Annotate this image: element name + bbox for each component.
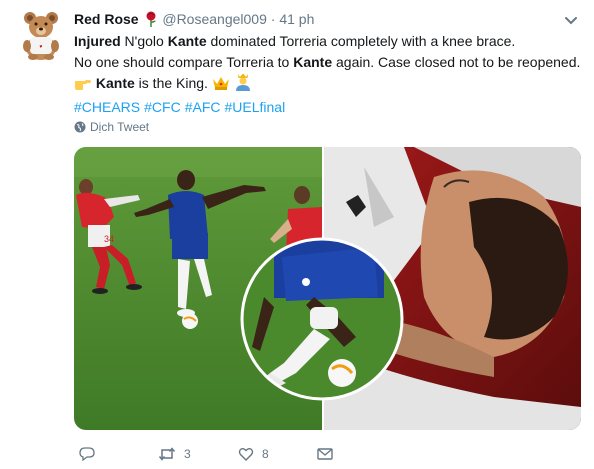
tweet-header: Red Rose @Roseangel009 · 41 ph xyxy=(74,10,314,31)
translate-tweet-link[interactable]: Dịch Tweet xyxy=(74,120,149,134)
crown-icon xyxy=(212,75,230,97)
tweet-line-1: Injured N'golo Kante dominated Torreria … xyxy=(74,31,589,52)
tweet-line-3: Kante is the King. xyxy=(74,73,589,97)
retweet-button[interactable]: 3 xyxy=(158,444,191,464)
text-bold: Kante xyxy=(95,75,135,91)
heart-icon xyxy=(238,448,254,461)
tweet-card[interactable]: ♥ Red Rose @Roseangel009 · 41 ph Injured… xyxy=(0,0,594,469)
hashtag-link[interactable]: #UELfinal xyxy=(225,99,286,115)
backhand-pointing-right-icon xyxy=(74,75,92,97)
svg-text:34: 34 xyxy=(104,234,114,244)
match-photo-image: 34 xyxy=(74,147,581,430)
person-with-crown-icon xyxy=(234,73,252,97)
text-bold: Kante xyxy=(167,33,207,49)
text-segment: N'golo xyxy=(120,33,168,49)
like-button[interactable]: 8 xyxy=(238,444,269,464)
avatar[interactable]: ♥ xyxy=(20,10,62,60)
timestamp[interactable]: 41 ph xyxy=(279,11,314,27)
svg-text:♥: ♥ xyxy=(40,44,43,50)
text-bold: Injured xyxy=(74,33,121,49)
text-segment: again. Case closed not to be reopened. xyxy=(332,54,581,70)
retweet-count: 3 xyxy=(184,447,191,461)
user-handle[interactable]: @Roseangel009 xyxy=(162,11,267,27)
rose-icon xyxy=(144,11,158,31)
hashtag-link[interactable]: #CHEARS xyxy=(74,99,140,115)
like-count: 8 xyxy=(262,447,269,461)
reply-button[interactable] xyxy=(79,444,95,464)
tweet-media[interactable]: 34 xyxy=(74,147,581,430)
envelope-icon xyxy=(317,448,333,460)
hashtag-link[interactable]: #AFC xyxy=(185,99,221,115)
globe-icon xyxy=(74,121,86,133)
hashtag-link[interactable]: #CFC xyxy=(144,99,181,115)
text-segment: is the King. xyxy=(134,75,212,91)
direct-message-button[interactable] xyxy=(317,444,333,464)
text-segment: dominated Torreria completely with a kne… xyxy=(206,33,516,49)
tweet-text: Injured N'golo Kante dominated Torreria … xyxy=(74,31,589,118)
separator-dot: · xyxy=(270,11,276,27)
tweet-line-2: No one should compare Torreria to Kante … xyxy=(74,52,589,73)
display-name[interactable]: Red Rose xyxy=(74,11,139,27)
more-options-button[interactable] xyxy=(563,14,579,26)
reply-icon xyxy=(79,447,95,462)
hashtags: #CHEARS #CFC #AFC #UELfinal xyxy=(74,97,589,118)
tweet-actions: 3 8 xyxy=(74,444,374,464)
translate-label: Dịch Tweet xyxy=(90,120,150,134)
teddy-bear-avatar-icon: ♥ xyxy=(23,12,59,60)
retweet-icon xyxy=(158,447,176,461)
text-segment: No one should compare Torreria to xyxy=(74,54,294,70)
text-bold: Kante xyxy=(293,54,333,70)
chevron-down-icon xyxy=(565,17,577,25)
